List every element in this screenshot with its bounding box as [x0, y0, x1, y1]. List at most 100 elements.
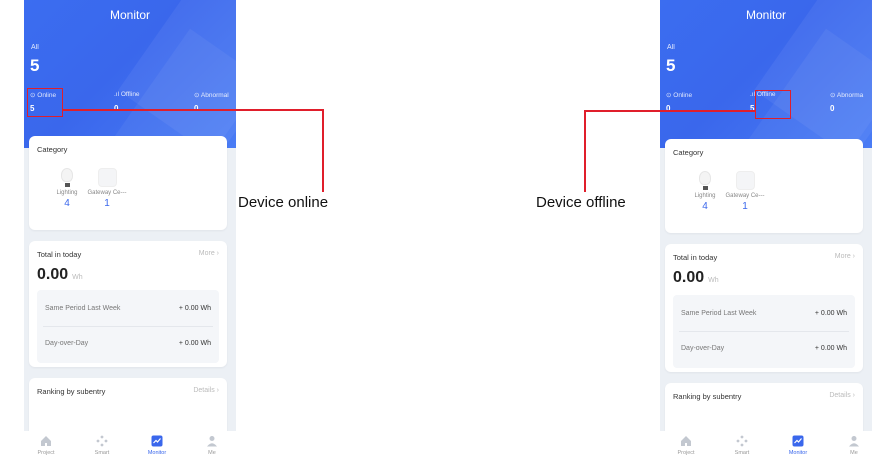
- online-stat[interactable]: ⊙ Online: [666, 91, 692, 99]
- abnormal-label: Abnormal: [200, 92, 229, 99]
- more-link[interactable]: More ›: [835, 253, 855, 260]
- callout-line: [584, 110, 586, 192]
- energy-unit: Wh: [72, 274, 83, 281]
- abnormal-stat[interactable]: ⊙ Abnorma: [830, 91, 863, 99]
- phone-screen-online: Monitor All 5 ⊙ Online 5 .ıl Offline 0 ⊙…: [24, 0, 236, 465]
- ranking-title: Ranking by subentry: [37, 387, 106, 396]
- divider: [43, 326, 213, 327]
- all-label: All: [667, 44, 675, 51]
- online-highlight-box: [27, 88, 63, 117]
- online-count: 0: [666, 104, 671, 113]
- row-value: + 0.00 Wh: [178, 340, 211, 347]
- total-today-card: Total in today More › 0.00 Wh Same Period…: [29, 241, 227, 367]
- bulb-icon: [58, 168, 76, 187]
- row-label: Day-over-Day: [681, 345, 725, 352]
- tab-smart[interactable]: Smart: [82, 435, 122, 456]
- abnormal-stat[interactable]: ⊙ Abnormal: [194, 91, 229, 99]
- comparison-row: Day-over-Day + 0.00 Wh: [45, 340, 211, 347]
- total-today-card: Total in today More › 0.00 Wh Same Period…: [665, 244, 863, 372]
- row-label: Same Period Last Week: [681, 310, 757, 317]
- tab-label: Project: [37, 450, 55, 456]
- category-title: Category: [37, 145, 68, 154]
- tab-label: Smart: [734, 450, 750, 456]
- category-card: Category Lighting 4 Gateway Ce--- 1: [665, 139, 863, 233]
- category-gateway[interactable]: Gateway Ce--- 1: [84, 168, 130, 209]
- category-title: Category: [673, 148, 704, 157]
- gateway-icon: [98, 168, 117, 187]
- tab-bar: Project Smart Monitor Me: [660, 431, 872, 465]
- page-title: Monitor: [109, 8, 150, 22]
- home-icon: [41, 436, 51, 446]
- more-link[interactable]: More ›: [199, 250, 219, 257]
- smart-icon: [96, 435, 108, 447]
- comparison-row: Same Period Last Week + 0.00 Wh: [681, 310, 847, 317]
- offline-count: 5: [750, 104, 755, 113]
- user-icon: [849, 436, 859, 447]
- tab-me[interactable]: Me: [834, 435, 872, 456]
- online-label: Online: [673, 92, 693, 99]
- row-value: + 0.00 Wh: [178, 305, 211, 312]
- smart-icon: [736, 435, 748, 447]
- row-value: + 0.00 Wh: [814, 345, 847, 352]
- monitor-icon: [792, 435, 804, 447]
- row-label: Day-over-Day: [45, 340, 89, 347]
- row-value: + 0.00 Wh: [814, 310, 847, 317]
- monitor-header: Monitor All 5 ⊙ Online 5 .ıl Offline 0 ⊙…: [24, 0, 236, 148]
- tab-project[interactable]: Project: [666, 435, 706, 456]
- monitor-icon: [151, 435, 163, 447]
- offline-stat[interactable]: .ıl Offline: [114, 91, 140, 98]
- home-icon: [681, 436, 691, 446]
- tab-monitor[interactable]: Monitor: [137, 435, 177, 456]
- energy-value: 0.00 Wh: [37, 266, 83, 283]
- ranking-title: Ranking by subentry: [673, 392, 742, 401]
- tab-smart[interactable]: Smart: [722, 435, 762, 456]
- category-count: 1: [742, 201, 748, 212]
- tab-label: Monitor: [788, 450, 808, 456]
- tab-label: Me: [850, 450, 858, 456]
- callout-line: [585, 110, 755, 112]
- tab-bar: Project Smart Monitor Me: [24, 431, 236, 465]
- offline-highlight-box: [755, 90, 791, 119]
- comparison-row: Same Period Last Week + 0.00 Wh: [45, 305, 211, 312]
- gateway-icon: [736, 171, 755, 190]
- total-title: Total in today: [673, 253, 718, 262]
- category-count: 1: [104, 198, 110, 209]
- category-gateway[interactable]: Gateway Ce--- 1: [722, 171, 768, 212]
- ranking-card: Ranking by subentry Details ›: [29, 378, 227, 438]
- tab-monitor[interactable]: Monitor: [778, 435, 818, 456]
- device-online-label: Device online: [238, 194, 329, 211]
- callout-line: [63, 109, 323, 111]
- tab-me[interactable]: Me: [192, 435, 232, 456]
- user-icon: [207, 436, 217, 447]
- phone-screen-offline: Monitor All 5 ⊙ Online 0 .ıl Offline 5 ⊙…: [660, 0, 872, 465]
- offline-label: Offline: [120, 91, 140, 98]
- details-link[interactable]: Details ›: [829, 392, 855, 399]
- ranking-card: Ranking by subentry Details ›: [665, 383, 863, 438]
- tab-label: Smart: [94, 450, 110, 456]
- all-count: 5: [666, 56, 676, 75]
- category-name: Gateway Ce---: [725, 193, 765, 199]
- row-label: Same Period Last Week: [45, 305, 121, 312]
- callout-line: [322, 109, 324, 192]
- tab-label: Project: [677, 450, 695, 456]
- bulb-icon: [696, 171, 714, 190]
- abnormal-label: Abnorma: [836, 92, 864, 99]
- category-name: Gateway Ce---: [87, 190, 127, 196]
- tab-project[interactable]: Project: [26, 435, 66, 456]
- all-label: All: [31, 44, 39, 51]
- tab-label: Me: [208, 450, 216, 456]
- divider: [679, 331, 849, 332]
- comparison-panel: Same Period Last Week + 0.00 Wh Day-over…: [37, 290, 219, 363]
- energy-value: 0.00 Wh: [673, 269, 719, 286]
- comparison-panel: Same Period Last Week + 0.00 Wh Day-over…: [673, 295, 855, 368]
- category-card: Category Lighting 4 Gateway Ce--- 1: [29, 136, 227, 230]
- monitor-header: Monitor All 5 ⊙ Online 0 .ıl Offline 5 ⊙…: [660, 0, 872, 148]
- total-title: Total in today: [37, 250, 82, 259]
- details-link[interactable]: Details ›: [193, 387, 219, 394]
- page-title: Monitor: [745, 8, 786, 22]
- all-count: 5: [30, 56, 40, 75]
- device-offline-label: Device offline: [536, 194, 626, 211]
- comparison-row: Day-over-Day + 0.00 Wh: [681, 345, 847, 352]
- energy-unit: Wh: [708, 277, 719, 284]
- tab-label: Monitor: [147, 450, 167, 456]
